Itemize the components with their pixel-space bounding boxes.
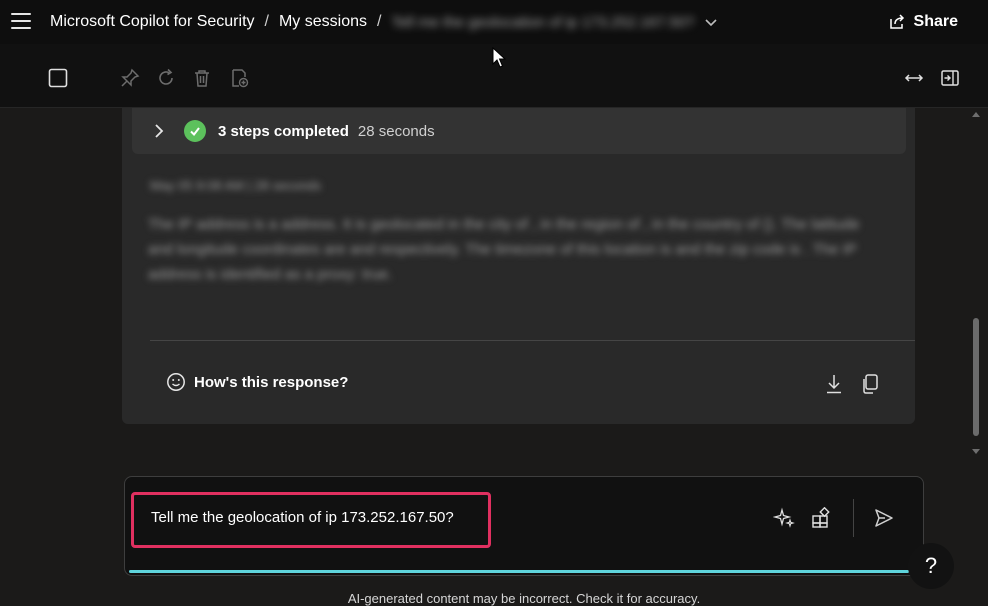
chevron-right-icon xyxy=(155,124,164,138)
steps-duration: 28 seconds xyxy=(357,122,435,140)
mouse-cursor-icon xyxy=(492,47,507,68)
top-header: Microsoft Copilot for Security / My sess… xyxy=(0,0,988,44)
pin-icon[interactable] xyxy=(120,68,140,88)
divider xyxy=(150,340,915,341)
checkbox-icon[interactable] xyxy=(48,68,68,88)
send-icon[interactable] xyxy=(873,507,895,529)
prompt-focus-underline xyxy=(129,570,909,573)
breadcrumb-separator: / xyxy=(377,13,382,30)
breadcrumb-separator: / xyxy=(264,13,269,30)
share-label: Share xyxy=(913,13,958,30)
my-sessions-link[interactable]: My sessions xyxy=(279,13,367,31)
help-button[interactable]: ? xyxy=(908,543,954,589)
delete-icon[interactable] xyxy=(192,68,212,88)
prompt-bar[interactable]: Tell me the geolocation of ip 173.252.16… xyxy=(124,476,924,576)
prompt-separator xyxy=(853,499,854,537)
scroll-up-icon[interactable] xyxy=(972,112,980,117)
scroll-down-icon[interactable] xyxy=(972,449,980,454)
session-title[interactable]: Tell me the geolocation of ip 173.252.16… xyxy=(391,14,694,31)
side-panel-icon[interactable] xyxy=(940,68,960,88)
share-icon xyxy=(889,14,904,29)
refresh-icon[interactable] xyxy=(156,68,176,88)
hamburger-menu-icon[interactable] xyxy=(11,13,31,31)
feedback-button[interactable]: How's this response? xyxy=(166,372,348,392)
expand-width-icon[interactable] xyxy=(904,68,924,88)
app-title[interactable]: Microsoft Copilot for Security xyxy=(50,13,255,31)
export-icon[interactable] xyxy=(229,68,249,88)
prompt-input[interactable]: Tell me the geolocation of ip 173.252.16… xyxy=(151,509,454,526)
plugins-icon[interactable] xyxy=(810,507,832,529)
feedback-label: How's this response? xyxy=(194,373,349,391)
response-meta: May 05 9:08 AM | 28 seconds xyxy=(150,178,322,193)
chevron-down-icon[interactable] xyxy=(704,15,718,29)
steps-summary[interactable]: 3 steps completed 28 seconds xyxy=(132,108,906,154)
vertical-scrollbar[interactable] xyxy=(968,108,984,458)
session-content: 3 steps completed 28 seconds May 05 9:08… xyxy=(0,108,988,606)
copy-icon[interactable] xyxy=(860,373,880,395)
response-body: The IP address is a address. It is geolo… xyxy=(148,216,860,283)
share-button[interactable]: Share xyxy=(888,10,958,34)
download-icon[interactable] xyxy=(824,373,844,395)
ai-disclaimer: AI-generated content may be incorrect. C… xyxy=(347,591,701,606)
breadcrumb: Microsoft Copilot for Security / My sess… xyxy=(50,0,718,44)
sparkle-prompts-icon[interactable] xyxy=(773,507,795,529)
smiley-icon xyxy=(167,373,185,391)
scroll-thumb[interactable] xyxy=(973,318,979,436)
steps-completed-label: 3 steps completed xyxy=(218,122,349,140)
checkmark-icon xyxy=(184,120,206,142)
response-card: 3 steps completed 28 seconds May 05 9:08… xyxy=(122,108,915,424)
